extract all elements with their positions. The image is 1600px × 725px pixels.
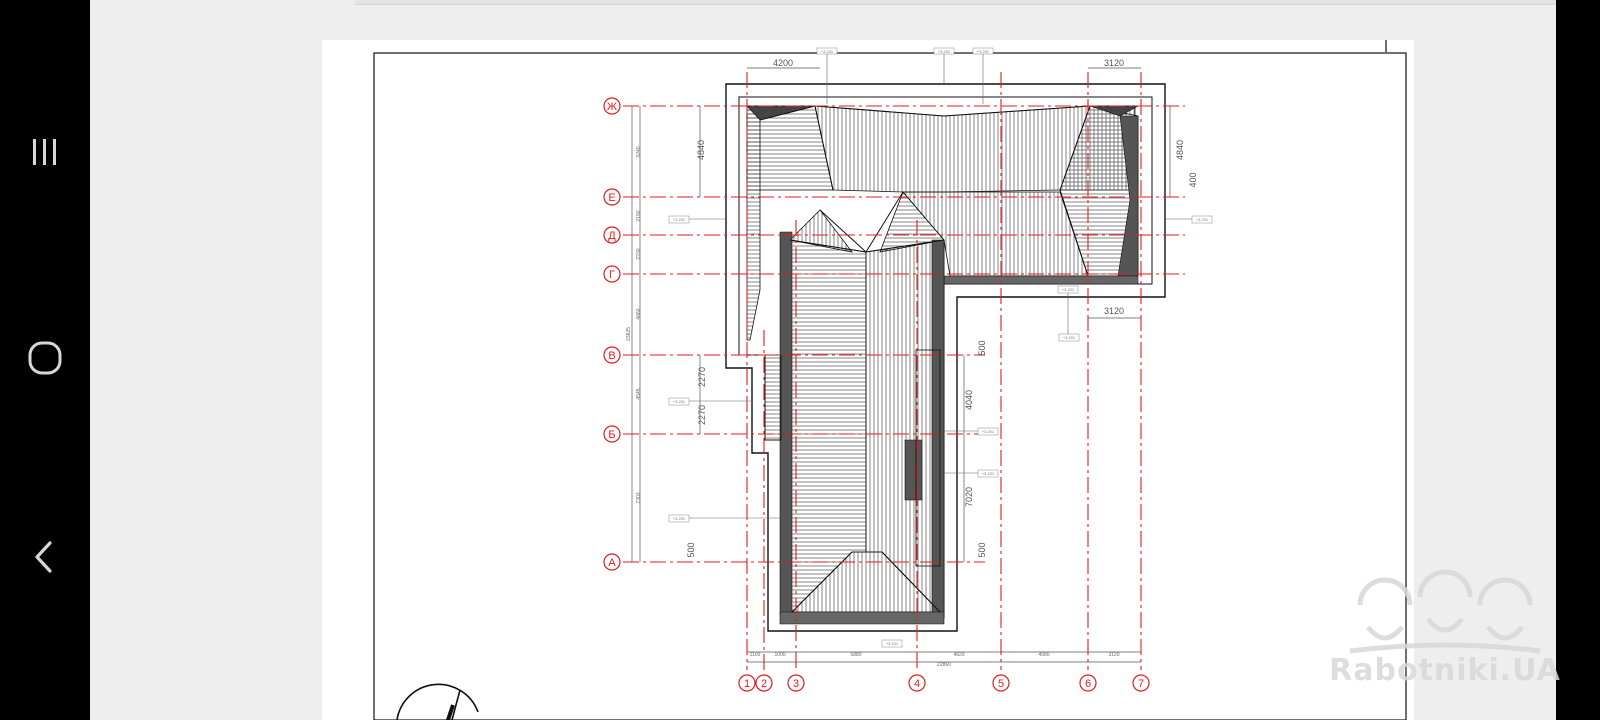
level-tag: +3.201 [673,516,686,521]
dimension-label: 4545 [636,388,642,399]
dimension-label: 3120 [1104,306,1124,316]
dimension-label: 400 [1188,172,1198,187]
axis-bubble: Г [603,265,621,283]
dimension-label: 2230 [636,248,642,259]
north-arrow [396,683,479,721]
previous-page-edge [355,0,1600,5]
dimension-label: 500 [977,542,987,557]
axis-label: 3 [793,678,799,690]
level-tag: +3.201 [977,49,990,54]
dimension-label: 3240 [636,146,642,157]
axis-bubble: В [603,346,621,364]
drawing-page[interactable]: Ж Е Д Г В Б А 1 2 3 4 5 6 7 4200 3120 31… [322,40,1414,721]
axis-bubble: Ж [603,97,621,115]
dimension-label: 4840 [1175,140,1185,160]
level-tag: +3.201 [982,429,995,434]
axis-bubble: 5 [992,674,1010,692]
axis-label: 1 [744,678,750,690]
axis-label: Д [608,230,616,242]
dimension-label: 4840 [696,140,706,160]
axis-bubble: 6 [1079,674,1097,692]
recents-icon [33,139,56,165]
axis-bubble: 2 [755,674,773,692]
axis-label: 2 [761,678,767,690]
dimension-label: 3120 [1108,652,1119,658]
axis-bubble: Д [603,226,621,244]
dimension-label: 4200 [773,58,793,68]
dimension-label: 4860 [636,308,642,319]
dimension-label: 5880 [850,652,861,658]
dimension-label: 500 [686,542,696,557]
roof-plan-drawing: Ж Е Д Г В Б А 1 2 3 4 5 6 7 4200 3120 31… [373,40,1407,721]
level-tag: +3.201 [673,399,686,404]
home-button[interactable] [15,328,75,388]
axis-label: 4 [914,678,920,690]
recents-button[interactable] [15,122,75,182]
back-icon [35,541,52,573]
home-icon [28,341,62,375]
dimension-label: 23825 [626,327,632,341]
axis-label: Е [608,192,615,204]
dimension-label: 4080 [1038,652,1049,658]
watermark: Rabotniki.UA [1320,565,1570,695]
bottom-dimension-chain: 1100 1000 5880 4820 4080 3120 22860 [750,652,1120,668]
level-tag: +3.201 [1063,335,1076,340]
axis-label: А [608,557,616,569]
axis-bubble: А [603,553,621,571]
system-navigation-bar [0,0,90,720]
axis-bubbles-letters: Ж Е Д Г В Б А [603,97,621,571]
axis-label: В [608,350,615,362]
axis-bubble: 1 [738,674,756,692]
dimension-label: 500 [977,340,987,355]
dimension-label: 2270 [697,405,707,425]
dimension-label: 7020 [964,487,974,507]
axis-bubble: Е [603,188,621,206]
dimension-label: 2190 [636,210,642,221]
level-tag: +3.201 [673,217,686,222]
axis-bubbles-numbers: 1 2 3 4 5 6 7 [738,674,1150,692]
dimension-label: 2270 [697,367,707,387]
dimension-label: 3120 [1104,58,1124,68]
axis-label: Г [609,269,615,281]
builders-helmets-icon [1349,569,1541,654]
axis-bubble: Б [603,425,621,443]
dimension-label: 4040 [964,390,974,410]
axis-label: 6 [1085,678,1091,690]
level-tag: +3.201 [938,49,951,54]
dimension-label: 22860 [937,662,951,668]
dimension-label: 1100 [750,652,761,658]
axis-label: 7 [1138,678,1144,690]
level-tag: +3.201 [821,49,834,54]
watermark-text: Rabotniki.UA [1329,653,1561,688]
level-tag: +3.201 [1062,287,1075,292]
dimension-label: 4820 [953,652,964,658]
axis-label: 5 [998,678,1004,690]
back-button[interactable] [15,527,75,587]
dimension-label: 1000 [774,652,785,658]
left-dimension-chain: 3240 2190 2230 4860 4545 7303 23825 [626,146,642,503]
axis-label: Б [608,429,615,441]
level-tag: +3.201 [982,471,995,476]
level-tag: +3.201 [886,641,899,646]
axis-bubble: 4 [908,674,926,692]
axis-bubble: 7 [1132,674,1150,692]
axis-label: Ж [607,101,617,113]
axis-bubble: 3 [787,674,805,692]
dimension-label: 7303 [636,492,642,503]
level-tag: +3.201 [1196,217,1209,222]
